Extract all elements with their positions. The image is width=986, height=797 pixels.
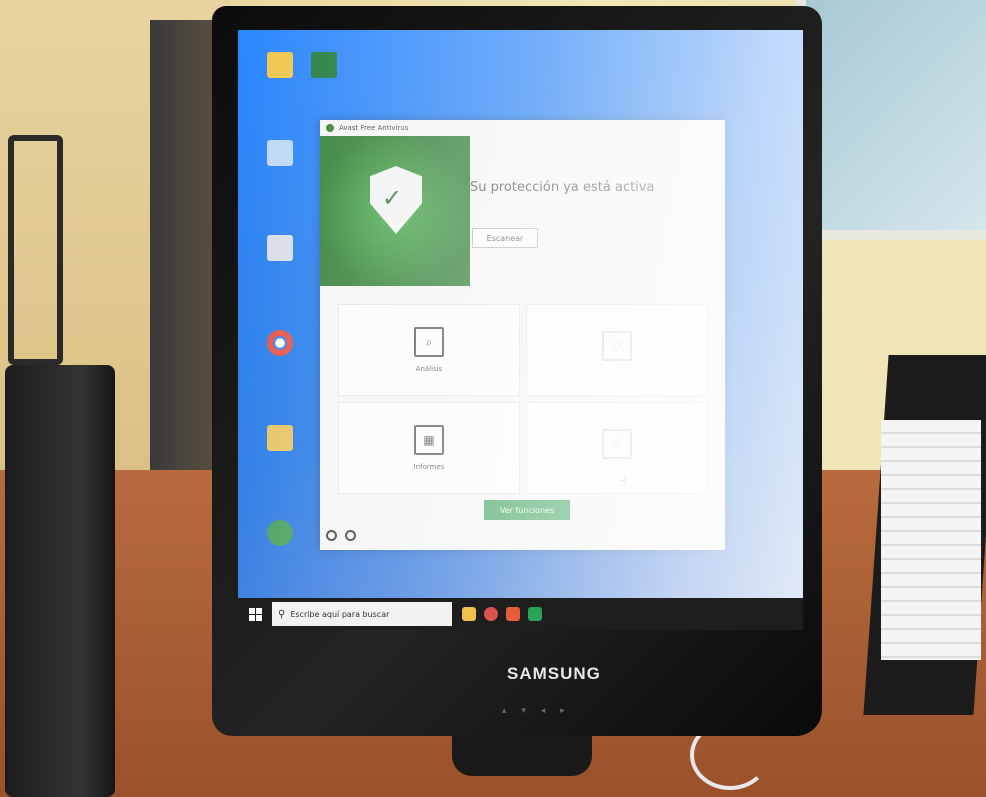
view-features-button[interactable]: Ver funciones xyxy=(484,500,570,520)
desktop-icon-3[interactable] xyxy=(260,425,300,454)
taskbar-search[interactable]: ⚲ Escribe aquí para buscar xyxy=(272,602,452,626)
avast-titlebar: Avast Free Antivirus xyxy=(320,120,725,136)
app-icon[interactable] xyxy=(528,607,542,621)
avast-logo-icon xyxy=(326,124,334,132)
search-icon: ⚲ xyxy=(278,608,286,620)
tile-reports[interactable]: ▦ Informes xyxy=(338,402,520,494)
desktop-icon-excel[interactable] xyxy=(304,52,344,81)
document-icon xyxy=(267,425,293,451)
mouse-cursor-icon: ☝ xyxy=(620,475,628,489)
tile-label: Análisis xyxy=(415,365,443,373)
monitor-bezel: Avast Free Antivirus ✓ Su protección ya … xyxy=(212,6,822,749)
recycle-bin-icon xyxy=(267,235,293,261)
scan-icon: ⌕ xyxy=(414,327,444,357)
app-icon xyxy=(267,520,293,546)
paper-stack xyxy=(881,420,981,660)
chrome-icon xyxy=(267,330,293,356)
shield-icon: ⛉ xyxy=(602,331,632,361)
avast-window: Avast Free Antivirus ✓ Su protección ya … xyxy=(320,120,725,550)
lock-icon: ⚿ xyxy=(602,429,632,459)
taskbar: ⚲ Escribe aquí para buscar xyxy=(238,598,803,630)
tile-analysis[interactable]: ⌕ Análisis xyxy=(338,304,520,396)
footer-icons xyxy=(326,530,356,541)
search-placeholder: Escribe aquí para buscar xyxy=(290,609,390,619)
desktop-icon-recycle-bin[interactable] xyxy=(260,235,300,264)
desktop-icon-1[interactable] xyxy=(260,52,300,81)
chair xyxy=(8,135,63,365)
monitor-stand xyxy=(452,736,592,776)
status-panel: ✓ xyxy=(320,136,470,286)
tile-privacy[interactable]: ⚿ xyxy=(526,402,708,494)
desktop-icon-4[interactable] xyxy=(260,520,300,549)
app-icon[interactable] xyxy=(506,607,520,621)
window-title: Avast Free Antivirus xyxy=(339,124,409,132)
tile-label: Informes xyxy=(413,463,445,471)
pc-tower xyxy=(5,365,115,797)
monitor-buttons[interactable]: ▴ ▾ ◂ ▸ xyxy=(502,706,571,716)
settings-icon[interactable] xyxy=(326,530,337,541)
chrome-icon[interactable] xyxy=(484,607,498,621)
taskbar-apps xyxy=(462,607,542,621)
computer-icon xyxy=(267,140,293,166)
folder-icon[interactable] xyxy=(462,607,476,621)
feature-grid: ⌕ Análisis ⛉ ▦ Informes ⚿ xyxy=(338,304,708,494)
windows-logo-icon xyxy=(248,607,262,621)
folder-icon xyxy=(267,52,293,78)
scan-button[interactable]: Escanear xyxy=(472,228,538,248)
excel-icon xyxy=(311,52,337,78)
tile-protection[interactable]: ⛉ xyxy=(526,304,708,396)
start-button[interactable] xyxy=(238,598,272,630)
report-icon: ▦ xyxy=(414,425,444,455)
check-icon: ✓ xyxy=(382,184,403,212)
monitor-brand: SAMSUNG xyxy=(507,664,601,683)
screen: Avast Free Antivirus ✓ Su protección ya … xyxy=(238,30,803,630)
window xyxy=(796,0,986,240)
desktop-icon-2[interactable] xyxy=(260,140,300,169)
monitor: Avast Free Antivirus ✓ Su protección ya … xyxy=(212,6,822,776)
protection-hero: ✓ Su protección ya está activa Escanear xyxy=(320,136,725,286)
help-icon[interactable] xyxy=(345,530,356,541)
desktop-icon-chrome[interactable] xyxy=(260,330,300,359)
protection-status: Su protección ya está activa xyxy=(470,180,655,195)
